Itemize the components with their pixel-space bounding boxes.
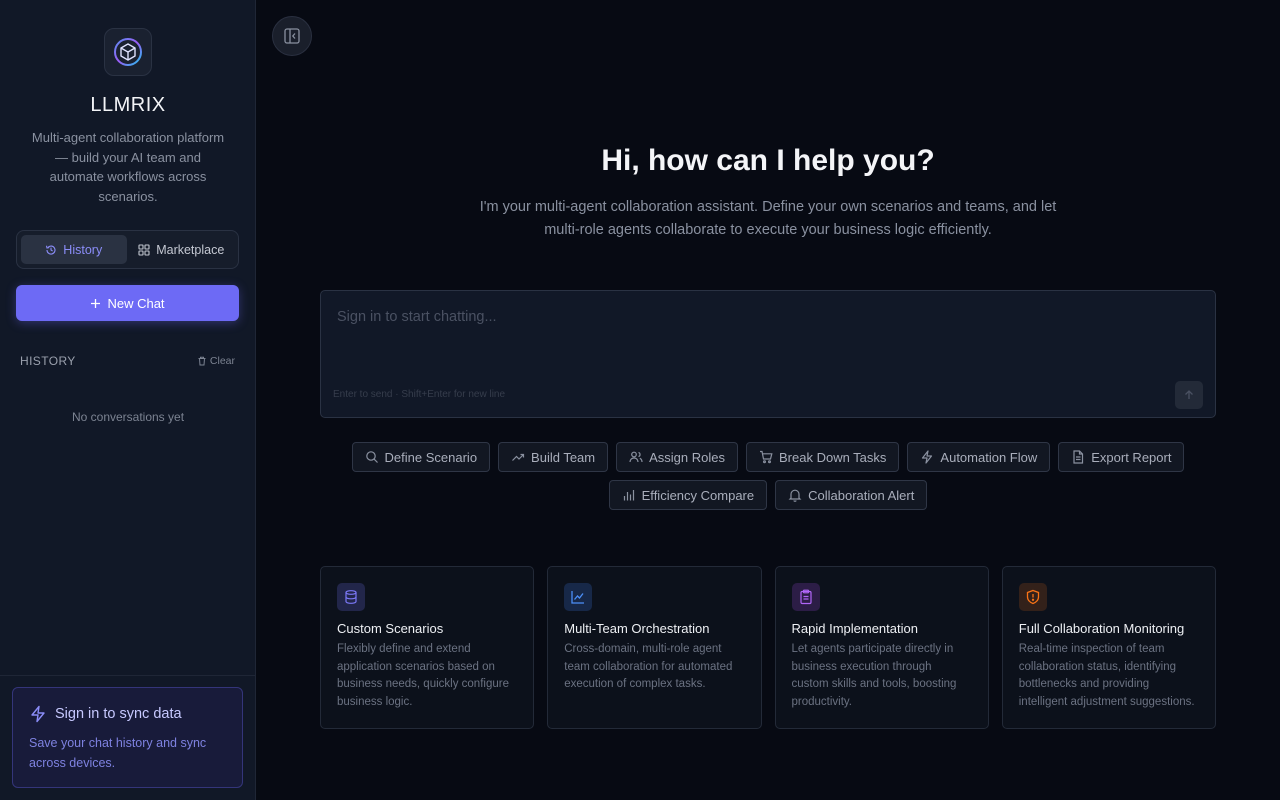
- card-description: Flexibly define and extend application s…: [337, 643, 509, 708]
- page-title: Hi, how can I help you?: [601, 144, 935, 177]
- shield-alert-icon: [1026, 589, 1039, 605]
- chip-label: Build Team: [531, 449, 596, 465]
- clipboard-icon: [799, 589, 812, 605]
- card-icon-box: [564, 583, 593, 611]
- card-description: Let agents participate directly in busin…: [791, 643, 957, 708]
- new-chat-label: New Chat: [107, 295, 165, 311]
- bell-icon: [788, 489, 802, 502]
- send-button[interactable]: [1175, 381, 1203, 409]
- arrow-up-icon: [1185, 390, 1193, 399]
- toggle-sidebar-button[interactable]: [272, 16, 312, 56]
- sync-text: Save your chat history and sync across d…: [29, 736, 207, 770]
- card-title: Full Collaboration Monitoring: [1018, 621, 1185, 636]
- new-chat-button[interactable]: New Chat: [16, 285, 239, 321]
- app-name: LLMRIX: [90, 94, 166, 116]
- chip-label: Collaboration Alert: [808, 487, 915, 503]
- search-icon: [365, 451, 378, 463]
- chip-assign-roles[interactable]: Assign Roles: [616, 442, 738, 472]
- chat-input[interactable]: [337, 309, 1197, 325]
- cart-icon: [760, 450, 773, 464]
- chip-define-scenario[interactable]: Define Scenario: [351, 442, 491, 472]
- chip-break-down-tasks[interactable]: Break Down Tasks: [746, 442, 900, 472]
- tab-history-label: History: [63, 242, 103, 257]
- feature-card-multi-team-orchestration: Multi-Team Orchestration Cross-domain, m…: [547, 566, 762, 729]
- card-icon-box: [1018, 583, 1047, 611]
- chip-collaboration-alert[interactable]: Collaboration Alert: [775, 480, 928, 510]
- logo: [104, 28, 152, 76]
- card-icon-box: [791, 583, 820, 611]
- card-title: Custom Scenarios: [337, 621, 444, 636]
- chip-label: Efficiency Compare: [641, 487, 755, 503]
- chip-automation-flow[interactable]: Automation Flow: [907, 442, 1051, 472]
- card-icon-box: [337, 583, 365, 611]
- tab-marketplace-label: Marketplace: [156, 242, 225, 257]
- suggestion-chips: Define Scenario Build Team Assign Roles …: [320, 442, 1216, 510]
- database-icon: [345, 590, 357, 604]
- plus-icon: [91, 298, 101, 308]
- sync-title: Sign in to sync data: [55, 706, 182, 722]
- chip-label: Export Report: [1091, 449, 1172, 465]
- trend-icon: [512, 453, 525, 461]
- sidebar: LLMRIX Multi-agent collaboration platfor…: [0, 0, 256, 800]
- empty-history-text: No conversations yet: [71, 410, 185, 424]
- users-icon: [629, 451, 643, 463]
- sidebar-tabs: History Marketplace: [16, 230, 239, 269]
- file-icon: [1073, 450, 1084, 464]
- card-title: Rapid Implementation: [791, 621, 918, 636]
- sync-title-row: Sign in to sync data: [29, 705, 226, 723]
- chat-hint: Enter to send · Shift+Enter for new line: [333, 389, 506, 400]
- chip-label: Assign Roles: [649, 449, 725, 465]
- clear-label: Clear: [209, 355, 235, 367]
- card-title: Multi-Team Orchestration: [564, 621, 710, 636]
- chip-efficiency-compare[interactable]: Efficiency Compare: [608, 480, 768, 510]
- bolt-icon: [31, 705, 45, 723]
- feature-cards: Custom Scenarios Flexibly define and ext…: [320, 566, 1216, 729]
- chip-label: Break Down Tasks: [779, 449, 887, 465]
- bolt-icon: [922, 450, 933, 464]
- card-description: Cross-domain, multi-role agent team coll…: [564, 643, 733, 691]
- feature-card-custom-scenarios: Custom Scenarios Flexibly define and ext…: [320, 566, 535, 729]
- sidebar-collapse-icon: [284, 28, 300, 44]
- grid-icon: [138, 243, 150, 256]
- clear-history-button[interactable]: Clear: [197, 355, 235, 367]
- chip-label: Automation Flow: [940, 449, 1038, 465]
- bar-chart-icon: [623, 490, 634, 501]
- chip-build-team[interactable]: Build Team: [498, 442, 609, 472]
- feature-card-rapid-implementation: Rapid Implementation Let agents particip…: [774, 566, 989, 729]
- line-chart-icon: [571, 591, 585, 604]
- app-description: Multi-agent collaboration platform — bui…: [31, 130, 225, 204]
- card-description: Real-time inspection of team collaborati…: [1018, 643, 1195, 708]
- chip-export-report[interactable]: Export Report: [1058, 442, 1185, 472]
- chip-label: Define Scenario: [384, 449, 478, 465]
- page-subtitle: I'm your multi-agent collaboration assis…: [479, 199, 1057, 238]
- sync-card[interactable]: Sign in to sync data Save your chat hist…: [12, 687, 243, 788]
- feature-card-full-collaboration-monitoring: Full Collaboration Monitoring Real-time …: [1001, 566, 1216, 729]
- chat-box: Enter to send · Shift+Enter for new line: [320, 290, 1216, 418]
- tab-marketplace[interactable]: Marketplace: [129, 235, 235, 264]
- trash-icon: [198, 356, 206, 366]
- sidebar-divider: [0, 675, 256, 676]
- tab-history[interactable]: History: [21, 235, 127, 264]
- history-icon: [46, 245, 56, 255]
- history-heading: HISTORY: [20, 354, 76, 368]
- cube-logo-icon: [114, 38, 142, 66]
